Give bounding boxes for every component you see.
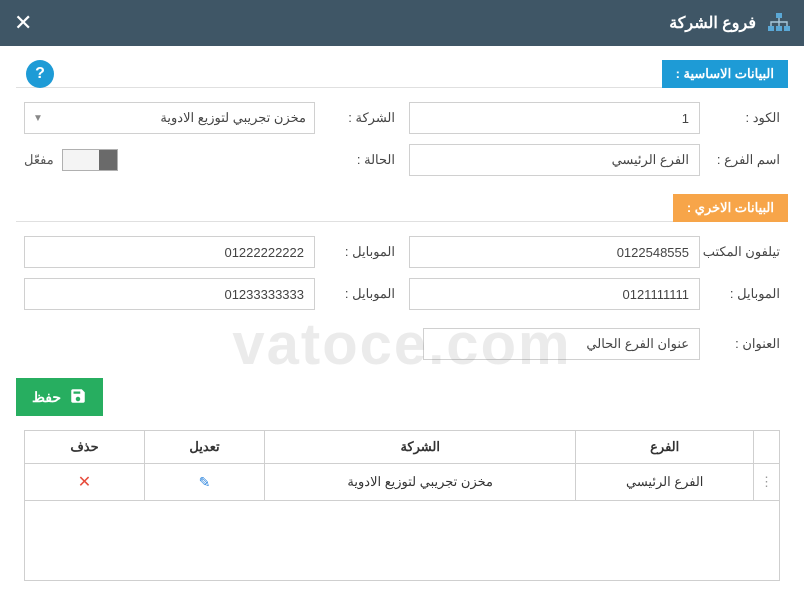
edit-icon[interactable]: ✎ <box>199 474 211 490</box>
col-edit: تعديل <box>145 431 265 464</box>
label-office-phone: تيلفون المكتب : <box>714 244 780 260</box>
label-mobile-a: الموبايل : <box>329 244 395 260</box>
label-company: الشركة : <box>329 110 395 126</box>
chevron-down-icon: ▼ <box>33 113 43 124</box>
table-row: ⋮ الفرع الرئيسي مخزن تجريبي لتوزيع الادو… <box>25 464 780 501</box>
label-address: العنوان : <box>714 336 780 352</box>
save-button-label: حفظ <box>32 389 61 406</box>
delete-icon[interactable]: ✕ <box>78 474 91 491</box>
company-select[interactable]: مخزن تجريبي لتوزيع الادوية ▼ <box>24 102 315 134</box>
code-input[interactable] <box>409 102 700 134</box>
titlebar: فروع الشركة ✕ <box>0 0 804 46</box>
col-handle <box>754 431 780 464</box>
status-toggle[interactable] <box>62 149 118 171</box>
label-code: الكود : <box>714 110 780 126</box>
help-icon[interactable]: ? <box>26 60 54 88</box>
address-input[interactable] <box>423 328 700 360</box>
cell-branch: الفرع الرئيسي <box>576 464 754 501</box>
label-status: الحالة : <box>329 152 395 168</box>
branches-table: الفرع الشركة تعديل حذف ⋮ الفرع الرئيسي م… <box>24 430 780 581</box>
branch-name-input[interactable] <box>409 144 700 176</box>
office-phone-input[interactable] <box>409 236 700 268</box>
section-basic-tab: البيانات الاساسية : <box>662 60 788 88</box>
col-branch: الفرع <box>576 431 754 464</box>
label-mobile-b: الموبايل : <box>714 286 780 302</box>
close-icon[interactable]: ✕ <box>14 12 32 34</box>
label-branch-name: اسم الفرع : <box>714 152 780 168</box>
dialog-title: فروع الشركة <box>669 13 756 33</box>
org-chart-icon <box>768 13 790 33</box>
table-empty-space <box>25 501 780 581</box>
other-form: تيلفون المكتب : الموبايل : الموبايل : ال… <box>16 236 788 310</box>
col-delete: حذف <box>25 431 145 464</box>
status-toggle-label: مفعّل <box>24 152 54 168</box>
mobile-b-input[interactable] <box>409 278 700 310</box>
drag-handle-icon[interactable]: ⋮ <box>754 464 780 501</box>
save-icon <box>69 387 87 408</box>
basic-form: الكود : الشركة : مخزن تجريبي لتوزيع الاد… <box>16 102 788 176</box>
dialog-company-branches: فروع الشركة ✕ ? vatoce.com البيانات الاس… <box>0 0 804 611</box>
save-button[interactable]: حفظ <box>16 378 103 416</box>
company-select-value: مخزن تجريبي لتوزيع الادوية <box>160 110 306 126</box>
mobile-a-input[interactable] <box>24 236 315 268</box>
col-company: الشركة <box>265 431 576 464</box>
section-other-tab: البيانات الاخري : <box>673 194 788 222</box>
cell-company: مخزن تجريبي لتوزيع الادوية <box>265 464 576 501</box>
label-mobile-c: الموبايل : <box>329 286 395 302</box>
mobile-c-input[interactable] <box>24 278 315 310</box>
